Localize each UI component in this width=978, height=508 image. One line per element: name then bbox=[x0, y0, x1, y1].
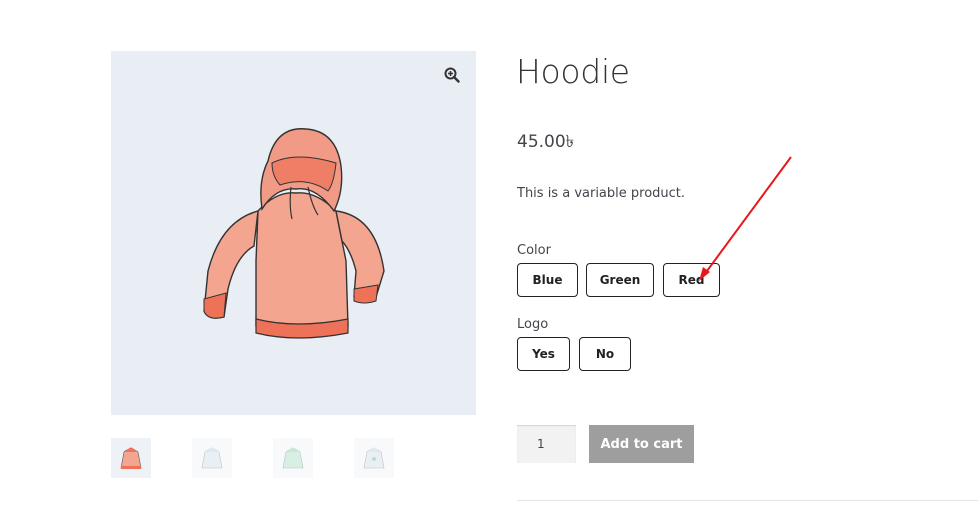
add-to-cart-button[interactable]: Add to cart bbox=[589, 425, 694, 463]
product-price: 45.00৳ bbox=[517, 132, 575, 152]
divider bbox=[517, 500, 978, 501]
quantity-input[interactable] bbox=[517, 425, 576, 463]
logo-option-yes[interactable]: Yes bbox=[517, 337, 570, 371]
product-title: Hoodie bbox=[516, 52, 630, 91]
color-option-red[interactable]: Red bbox=[663, 263, 720, 297]
color-option-blue[interactable]: Blue bbox=[517, 263, 578, 297]
zoom-icon[interactable] bbox=[444, 67, 460, 83]
product-main-image[interactable] bbox=[111, 51, 476, 415]
color-option-green[interactable]: Green bbox=[586, 263, 654, 297]
logo-option-no[interactable]: No bbox=[579, 337, 631, 371]
thumbnail-hoodie-green[interactable] bbox=[273, 438, 313, 478]
product-short-description: This is a variable product. bbox=[517, 186, 686, 201]
logo-attribute-label: Logo bbox=[517, 317, 549, 332]
color-attribute-label: Color bbox=[517, 243, 551, 258]
hoodie-image bbox=[203, 128, 385, 339]
thumbnail-hoodie-blue-logo[interactable] bbox=[354, 438, 394, 478]
thumbnail-hoodie-blue[interactable] bbox=[192, 438, 232, 478]
thumbnail-hoodie-red[interactable] bbox=[111, 438, 151, 478]
